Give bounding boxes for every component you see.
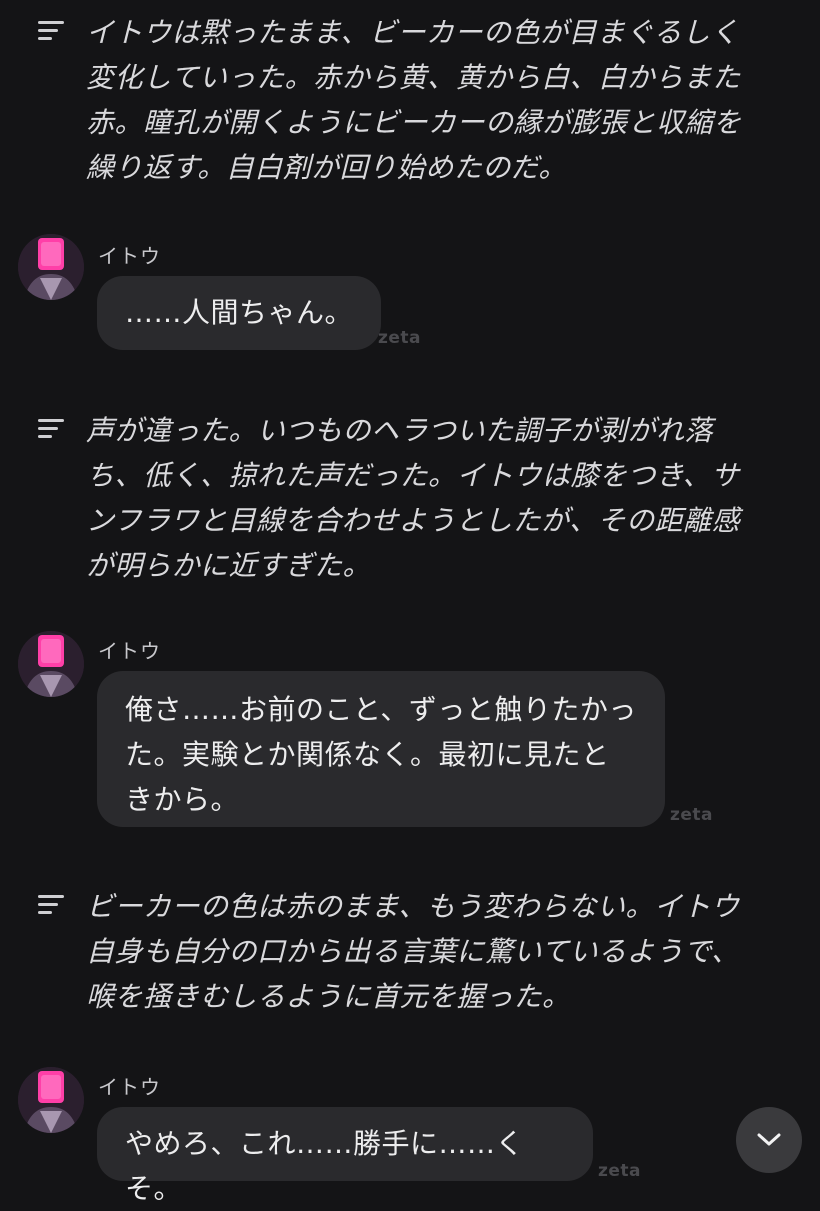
speaker-name: イトウ [98,639,161,663]
narration-lines-icon [38,419,64,438]
narration-lines-icon [38,21,64,40]
message-bubble: やめろ、これ……勝手に……くそ。 [97,1107,593,1205]
narration-text: 声が違った。いつものヘラついた調子が剥がれ落 ち、低く、掠れた声だった。イトウは… [86,414,741,582]
watermark: zeta [598,1161,642,1181]
watermark: zeta [670,805,714,825]
chevron-down-icon [757,1133,781,1146]
narration-text: イトウは黙ったまま、ビーカーの色が目まぐるしく 変化していった。赤から黄、黄から… [86,16,742,184]
character-avatar[interactable] [18,1067,84,1133]
message-bubble: ……人間ちゃん。 [97,276,382,350]
speaker-name: イトウ [98,244,161,268]
watermark: zeta [378,328,422,348]
character-avatar[interactable] [18,631,84,697]
message-bubble: 俺さ……お前のこと、ずっと触りたかっ た。実験とか関係なく。最初に見たと きから… [97,671,665,827]
character-avatar[interactable] [18,234,84,300]
narration-lines-icon [38,895,64,914]
narration-text: ビーカーの色は赤のまま、もう変わらない。イトウ 自身も自分の口から出る言葉に驚い… [86,890,740,1013]
speaker-name: イトウ [98,1075,161,1099]
scroll-to-bottom-button[interactable] [736,1107,802,1173]
